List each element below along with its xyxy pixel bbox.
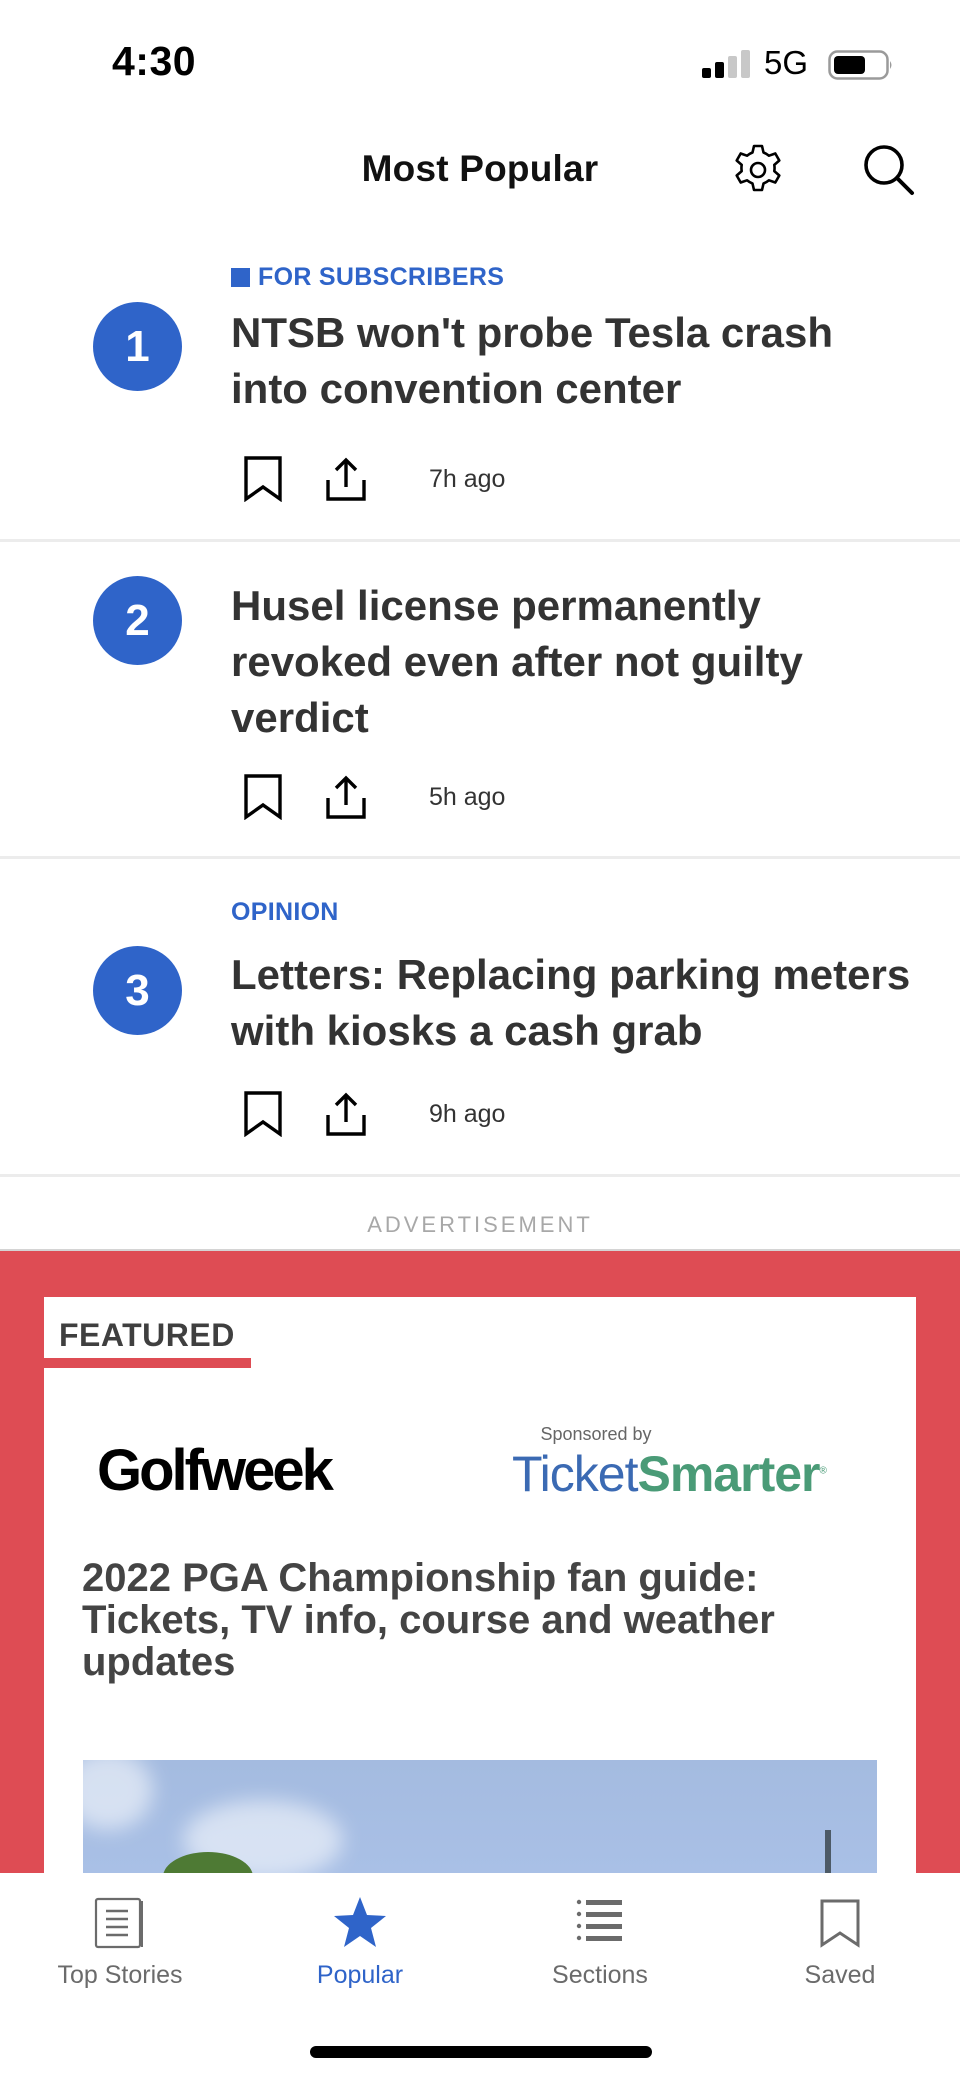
share-icon[interactable] [325,1091,367,1137]
article-label-text: FOR SUBSCRIBERS [258,263,505,291]
tab-label: Popular [316,1961,404,1989]
golfweek-logo: Golfweek [97,1438,334,1503]
registered-mark: ® [819,1465,827,1477]
advertisement-label: ADVERTISEMENT [367,1212,593,1237]
rank-badge: 3 [93,946,182,1035]
article-timestamp: 9h ago [429,1099,506,1128]
bookmark-icon[interactable] [243,456,285,502]
ticketsmarter-logo: TicketSmarter® [512,1445,827,1503]
star-icon [334,1897,386,1947]
article-headline[interactable]: Husel license permanently revoked even a… [231,578,911,746]
ad-headline[interactable]: 2022 PGA Championship fan guide: Tickets… [82,1557,882,1683]
tab-sections[interactable]: Sections [480,1873,720,2003]
status-time: 4:30 [112,38,197,84]
subscriber-square-icon [231,268,250,287]
article-actions: 7h ago [243,456,505,502]
tab-saved[interactable]: Saved [720,1873,960,2003]
home-indicator[interactable] [310,2046,652,2058]
battery-icon [828,50,892,80]
featured-underline [44,1358,251,1368]
tab-label: Saved [804,1961,876,1989]
page-title: Most Popular [361,148,599,189]
article-label-text: OPINION [231,898,339,926]
sponsored-by-label: Sponsored by [540,1424,652,1444]
article-headline[interactable]: Letters: Replacing parking meters with k… [231,947,911,1059]
search-icon[interactable] [860,141,918,199]
rank-badge: 1 [93,302,182,391]
featured-label: FEATURED [59,1317,235,1353]
image-spire [825,1830,831,1873]
tab-label: Sections [552,1961,648,1989]
tab-popular[interactable]: Popular [240,1873,480,2003]
sponsor-name-part1: Ticket [512,1446,638,1502]
divider [0,539,960,542]
rank-badge: 2 [93,576,182,665]
article-actions: 9h ago [243,1091,505,1137]
tab-label: Top Stories [57,1961,183,1989]
article-actions: 5h ago [243,774,505,820]
article-label-subscribers: FOR SUBSCRIBERS [231,263,504,292]
article-timestamp: 5h ago [429,782,506,811]
bookmark-icon [820,1899,860,1948]
signal-strength-icon [702,50,750,78]
bookmark-icon[interactable] [243,1091,285,1137]
article-label-opinion: OPINION [231,898,339,927]
network-type: 5G [764,44,809,81]
divider [0,856,960,859]
tab-top-stories[interactable]: Top Stories [0,1873,240,2003]
article-headline[interactable]: NTSB won't probe Tesla crash into conven… [231,305,911,417]
image-cloud [83,1760,153,1830]
tab-bar: Top Stories Popular Sections Saved [0,1873,960,2078]
article-timestamp: 7h ago [429,464,506,493]
newspaper-icon [94,1897,143,1949]
share-icon[interactable] [325,774,367,820]
bookmark-icon[interactable] [243,774,285,820]
sponsor-name-part2: Smarter [637,1446,821,1502]
list-icon [576,1899,622,1941]
gear-icon[interactable] [729,141,787,199]
divider [0,1174,960,1177]
ad-image[interactable] [83,1760,877,1873]
share-icon[interactable] [325,456,367,502]
featured-ad-card[interactable]: FEATURED Golfweek Sponsored by TicketSma… [44,1297,916,1873]
